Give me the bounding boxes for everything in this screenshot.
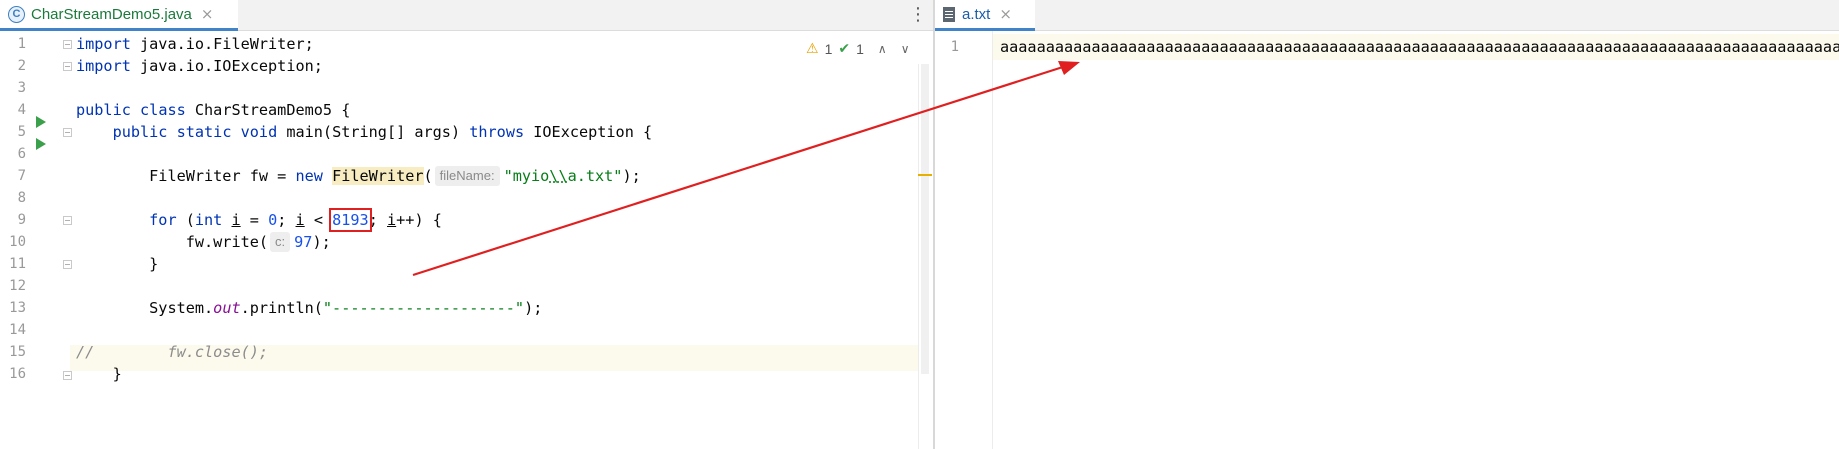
code-text: main(String[] args) bbox=[277, 123, 470, 141]
code-text: java.io.IOException; bbox=[130, 57, 323, 75]
right-tab-bar: a.txt × bbox=[935, 0, 1839, 31]
code-text: } bbox=[149, 255, 159, 273]
tab-label: a.txt bbox=[962, 5, 991, 23]
typo-check-icon: ✔ bbox=[838, 41, 851, 57]
code-text: ); bbox=[312, 233, 331, 251]
code-text: ( bbox=[176, 211, 195, 229]
tab-label: CharStreamDemo5.java bbox=[31, 5, 192, 23]
left-tab-bar: C CharStreamDemo5.java × bbox=[0, 0, 933, 31]
string-literal: "myio bbox=[503, 167, 550, 185]
code-text: ; bbox=[368, 211, 387, 229]
code-line-7: FileWriter fw = new FileWriter(fileName:… bbox=[76, 163, 641, 189]
number-literal: 0 bbox=[268, 211, 278, 229]
typo-count: 1 bbox=[856, 41, 864, 57]
code-line-16: } bbox=[76, 361, 122, 387]
file-content-line[interactable]: aaaaaaaaaaaaaaaaaaaaaaaaaaaaaaaaaaaaaaaa… bbox=[1000, 34, 1839, 60]
keyword: void bbox=[240, 123, 278, 141]
comment-text: fw.close(); bbox=[94, 343, 269, 361]
loop-variable: i bbox=[295, 211, 305, 229]
java-class-icon: C bbox=[8, 5, 25, 23]
string-literal: a.txt" bbox=[567, 167, 623, 185]
keyword: static bbox=[176, 123, 232, 141]
warning-marker-stripe[interactable] bbox=[918, 174, 932, 176]
code-text: ); bbox=[524, 299, 543, 317]
constructor-call: FileWriter bbox=[332, 167, 424, 185]
keyword: throws bbox=[469, 123, 525, 141]
code-text: ; bbox=[277, 211, 296, 229]
code-editor[interactable]: import java.io.FileWriter; import java.i… bbox=[70, 31, 918, 449]
code-text: ( bbox=[423, 167, 433, 185]
java-editor-pane[interactable]: C CharStreamDemo5.java × ⋮ 1 2 3 4 5 6 7… bbox=[0, 0, 933, 449]
warning-icon: ⚠ bbox=[806, 41, 819, 57]
code-text: IOException { bbox=[524, 123, 653, 141]
code-line-13: System.out.println("--------------------… bbox=[76, 295, 542, 321]
previous-highlight-icon[interactable]: ∧ bbox=[878, 42, 887, 56]
scrollbar-thumb[interactable] bbox=[921, 64, 929, 374]
warning-count: 1 bbox=[824, 41, 833, 57]
code-text: = bbox=[240, 211, 269, 229]
code-text: java.io.FileWriter; bbox=[130, 35, 314, 53]
keyword: import bbox=[76, 57, 131, 75]
keyword: class bbox=[140, 101, 186, 119]
editor-gutter[interactable]: 1 2 3 4 5 6 7 8 9 10 11 12 13 14 15 16 bbox=[0, 31, 72, 449]
code-text: ++) { bbox=[396, 211, 442, 229]
close-tab-icon[interactable]: × bbox=[201, 5, 214, 23]
more-options-icon[interactable]: ⋮ bbox=[909, 5, 927, 25]
close-tab-icon[interactable]: × bbox=[999, 5, 1012, 23]
escape-sequence: \\ bbox=[549, 167, 568, 185]
keyword: for bbox=[149, 211, 177, 229]
loop-variable: i bbox=[231, 211, 241, 229]
code-line-2: import java.io.IOException; bbox=[76, 53, 323, 79]
editor-gutter[interactable]: 1 bbox=[935, 31, 993, 449]
code-text: System. bbox=[149, 299, 214, 317]
keyword: int bbox=[194, 211, 223, 229]
code-text: < bbox=[304, 211, 333, 229]
static-field: out bbox=[213, 299, 241, 317]
highlighted-loop-bound: 8193 bbox=[329, 208, 372, 232]
parameter-hint: c: bbox=[270, 232, 291, 252]
string-literal: "--------------------" bbox=[322, 299, 525, 317]
code-text: } bbox=[112, 365, 122, 383]
code-text: fw.write( bbox=[185, 233, 269, 251]
comment-slashes: // bbox=[76, 343, 95, 361]
keyword: public bbox=[76, 101, 131, 119]
keyword: new bbox=[295, 167, 323, 185]
code-text: .println( bbox=[240, 299, 323, 317]
code-text: ); bbox=[622, 167, 641, 185]
tab-a-txt[interactable]: a.txt × bbox=[935, 0, 1035, 31]
inspection-widget[interactable]: ⚠ 1 ✔ 1 ∧ ∨ bbox=[806, 38, 910, 60]
parameter-hint: fileName: bbox=[434, 166, 500, 186]
number-literal: 97 bbox=[294, 233, 313, 251]
tab-charstreamdemo5-java[interactable]: C CharStreamDemo5.java × bbox=[0, 0, 238, 31]
text-file-icon bbox=[943, 6, 955, 22]
code-line-5: public static void main(String[] args) t… bbox=[76, 119, 653, 145]
run-class-icon[interactable] bbox=[36, 116, 46, 128]
code-text: CharStreamDemo5 { bbox=[185, 101, 351, 119]
code-text: FileWriter fw = bbox=[149, 167, 296, 185]
loop-variable: i bbox=[387, 211, 397, 229]
code-line-11: } bbox=[76, 251, 158, 277]
line-number: 16 bbox=[9, 366, 26, 382]
text-editor-pane[interactable]: a.txt × 1 aaaaaaaaaaaaaaaaaaaaaaaaaaaaaa… bbox=[935, 0, 1839, 449]
run-main-icon[interactable] bbox=[36, 138, 46, 150]
keyword: public bbox=[112, 123, 168, 141]
line-number: 1 bbox=[950, 39, 959, 55]
next-highlight-icon[interactable]: ∨ bbox=[901, 42, 910, 56]
keyword: import bbox=[76, 35, 131, 53]
